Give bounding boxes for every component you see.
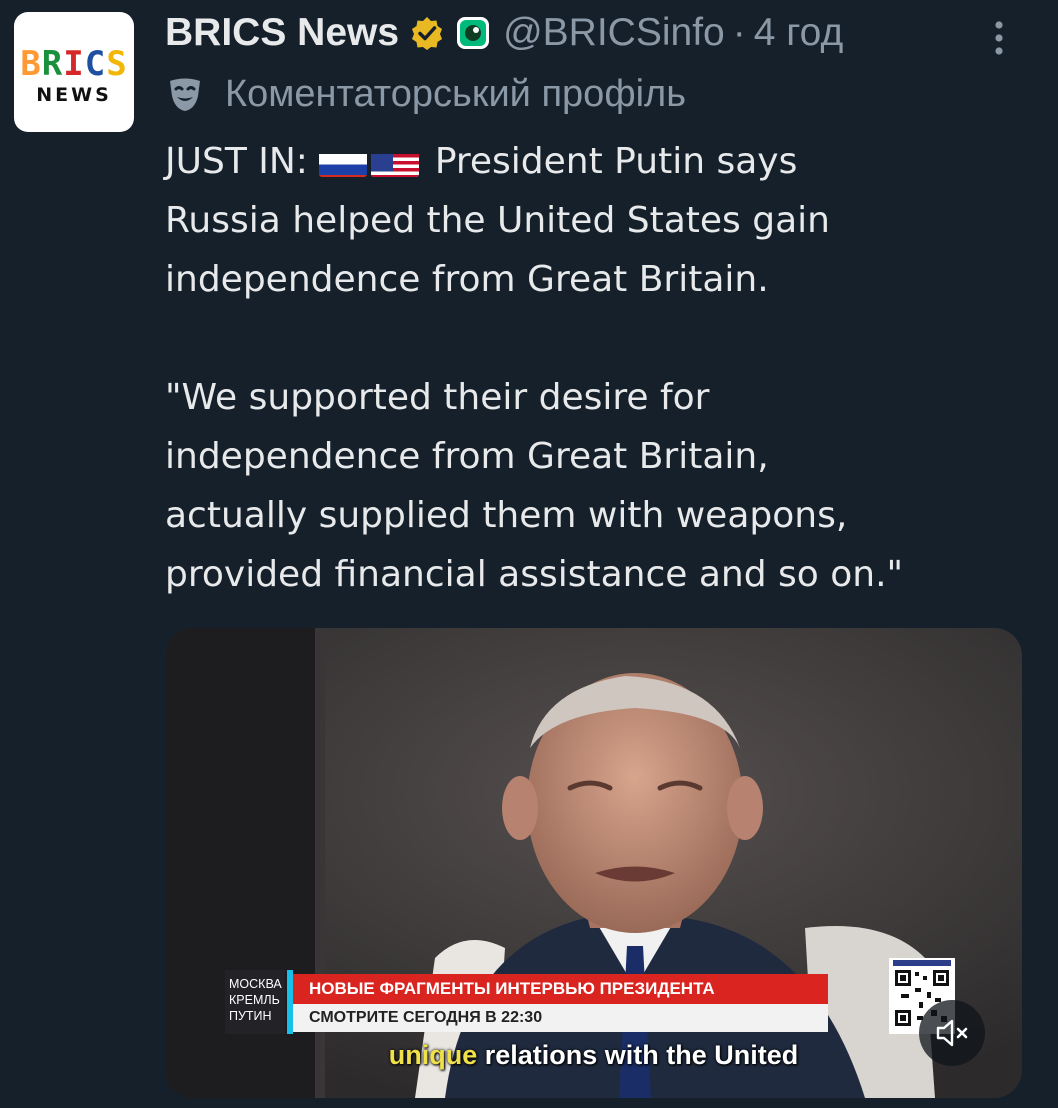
- chyron-location-line: МОСКВА: [229, 977, 282, 991]
- chyron-location-line: КРЕМЛЬ: [229, 993, 280, 1007]
- tweet-card: BRICS NEWS BRICS News @BRICSinfo · 4 год: [0, 0, 1058, 1108]
- tv-chyron: МОСКВА КРЕМЛЬ ПУТИН НОВЫЕ ФРАГМЕНТЫ ИНТЕ…: [225, 970, 835, 1034]
- subtitle-highlight: unique: [388, 1040, 478, 1070]
- tweet-text: JUST IN: President Putin says Russia hel…: [165, 132, 1025, 604]
- verified-badge-icon[interactable]: [409, 15, 445, 51]
- header-separator: ·: [732, 11, 746, 54]
- tweet-paragraph-1: JUST IN: President Putin says Russia hel…: [165, 132, 1025, 309]
- affiliate-badge-icon[interactable]: [455, 15, 491, 51]
- more-vertical-icon[interactable]: [984, 16, 1014, 60]
- chyron-schedule: СМОТРИТЕ СЕГОДНЯ В 22:30: [293, 1004, 828, 1032]
- russia-flag-icon: [319, 145, 368, 177]
- tweet-header: BRICS News @BRICSinfo · 4 год: [165, 8, 843, 58]
- author-handle[interactable]: @BRICSinfo: [503, 11, 725, 55]
- theater-mask-icon: [165, 74, 205, 114]
- author-avatar[interactable]: BRICS NEWS: [14, 12, 134, 132]
- author-display-name[interactable]: BRICS News: [165, 11, 399, 55]
- post-time[interactable]: 4 год: [754, 11, 843, 55]
- usa-flag-icon: [371, 145, 420, 177]
- mute-toggle-button[interactable]: [919, 1000, 985, 1066]
- profile-label: Коментаторський профіль: [165, 70, 686, 118]
- chyron-location-line: ПУТИН: [229, 1009, 272, 1023]
- chyron-location: МОСКВА КРЕМЛЬ ПУТИН: [225, 970, 285, 1034]
- avatar-logo-sub: NEWS: [36, 84, 112, 106]
- profile-label-text: Коментаторський профіль: [225, 72, 686, 115]
- chyron-headline: НОВЫЕ ФРАГМЕНТЫ ИНТЕРВЬЮ ПРЕЗИДЕНТА: [293, 974, 828, 1004]
- tweet-quote: "We supported their desire for independe…: [165, 377, 904, 595]
- avatar-logo-word: BRICS: [20, 44, 128, 84]
- video-player[interactable]: МОСКВА КРЕМЛЬ ПУТИН НОВЫЕ ФРАГМЕНТЫ ИНТЕ…: [165, 628, 1022, 1098]
- tweet-prefix: JUST IN:: [165, 141, 320, 182]
- speaker-muted-icon: [936, 1019, 968, 1047]
- video-subtitle: unique relations with the United: [165, 1040, 1022, 1071]
- subtitle-text: relations with the United: [477, 1040, 799, 1070]
